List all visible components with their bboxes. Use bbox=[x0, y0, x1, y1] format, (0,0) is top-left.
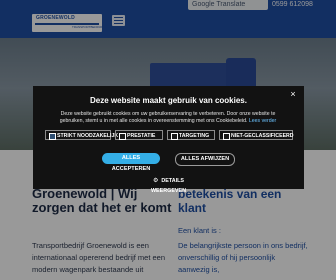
checkbox-unclassified[interactable] bbox=[223, 133, 230, 140]
cookie-description-text: Deze website gebruikt cookies om uw gebr… bbox=[59, 111, 276, 124]
option-label: NIET-GECLASSIFICEERD bbox=[231, 133, 294, 139]
cookie-modal-description: Deze website gebruikt cookies om uw gebr… bbox=[50, 111, 286, 125]
option-performance[interactable]: PRESTATIE bbox=[115, 130, 163, 140]
checkbox-performance[interactable] bbox=[119, 133, 126, 140]
details-label: DETAILS bbox=[161, 178, 185, 184]
option-targeting[interactable]: TARGETING bbox=[167, 130, 215, 140]
option-unclassified[interactable]: NIET-GECLASSIFICEERD bbox=[219, 130, 294, 140]
gear-icon: ⚙ bbox=[152, 178, 159, 184]
checkbox-strictly-necessary[interactable] bbox=[49, 133, 56, 140]
accept-all-button[interactable]: ALLES ACCEPTEREN bbox=[102, 153, 160, 172]
read-more-link[interactable]: Lees verder bbox=[249, 118, 276, 124]
option-label: STRIKT NOODZAKELIJK bbox=[57, 133, 119, 139]
reject-all-button[interactable]: ALLES AFWIJZEN bbox=[175, 153, 235, 166]
option-strictly-necessary[interactable]: STRIKT NOODZAKELIJK bbox=[45, 130, 118, 140]
checkbox-targeting[interactable] bbox=[171, 133, 178, 140]
cookie-modal-title: Deze website maakt gebruik van cookies. bbox=[90, 96, 247, 105]
option-label: TARGETING bbox=[179, 133, 210, 139]
cookie-options: STRIKT NOODZAKELIJK PRESTATIE TARGETING … bbox=[45, 130, 294, 141]
option-label: PRESTATIE bbox=[127, 133, 156, 139]
details-sublabel: WEERGEVEN bbox=[150, 188, 187, 194]
cookie-consent-modal: × Deze website maakt gebruik van cookies… bbox=[33, 86, 304, 194]
show-details-toggle[interactable]: ⚙ DETAILS WEERGEVEN bbox=[33, 169, 304, 194]
